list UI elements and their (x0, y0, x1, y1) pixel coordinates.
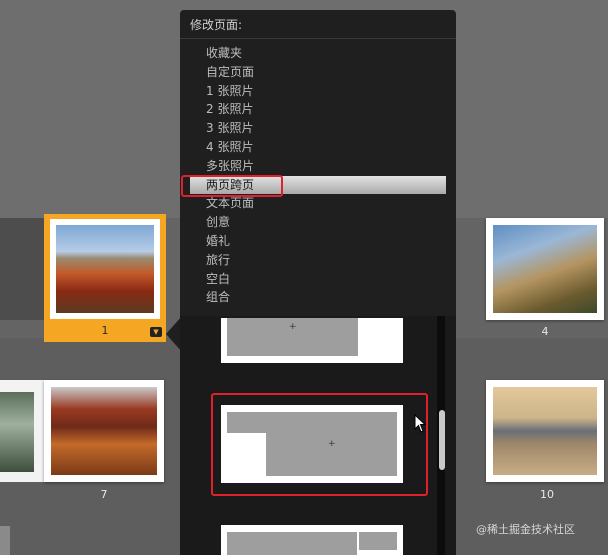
bridge-photo (493, 387, 597, 475)
photo-placeholder-left (227, 532, 357, 555)
layout-list-scrollbar-thumb[interactable] (439, 410, 445, 470)
page-thumbnail-selected[interactable]: 1 ▼ (44, 214, 166, 342)
menu-item-creative[interactable]: 创意 (180, 213, 456, 232)
page-menu-dropdown-icon[interactable]: ▼ (150, 327, 162, 337)
menu-item-travel[interactable]: 旅行 (180, 251, 456, 270)
layout-option-3[interactable] (221, 525, 403, 555)
page-number-7: 7 (100, 488, 108, 501)
menu-item-custom-page[interactable]: 自定页面 (180, 63, 456, 82)
page-paper (50, 219, 160, 319)
annotation-highlight-layout (211, 393, 428, 496)
menu-item-3-photos[interactable]: 3 张照片 (180, 119, 456, 138)
bottom-toolbar-button[interactable] (0, 526, 10, 555)
panel-divider (180, 38, 456, 39)
photo-placeholder-right (359, 532, 397, 550)
menu-item-text-page[interactable]: 文本页面 (180, 194, 456, 213)
page-number: 1 (101, 324, 109, 337)
fortress-wall-photo (493, 225, 597, 313)
layout-option-1[interactable]: + (221, 318, 403, 363)
temple-gate-photo (51, 387, 157, 475)
menu-item-1-photo[interactable]: 1 张照片 (180, 82, 456, 101)
waterfall-photo (0, 392, 34, 472)
panel-title: 修改页面: (190, 18, 243, 32)
previous-spread-page[interactable] (0, 218, 44, 320)
menu-item-wedding[interactable]: 婚礼 (180, 232, 456, 251)
annotation-highlight-menu (181, 175, 283, 197)
page-thumbnail-10[interactable] (486, 380, 604, 482)
menu-item-4-photos[interactable]: 4 张照片 (180, 138, 456, 157)
temple-photo (56, 225, 154, 313)
menu-item-multi-photos[interactable]: 多张照片 (180, 157, 456, 176)
menu-item-combination[interactable]: 组合 (180, 288, 456, 307)
page-number-10: 10 (540, 488, 554, 501)
menu-item-blank[interactable]: 空白 (180, 270, 456, 289)
page-thumbnail-7[interactable] (44, 380, 164, 482)
watermark: @稀土掘金技术社区 (476, 523, 575, 536)
previous-spread-page-lower[interactable] (0, 380, 44, 482)
menu-item-favorites[interactable]: 收藏夹 (180, 44, 456, 63)
plus-icon: + (289, 322, 297, 332)
page-thumbnail-4[interactable] (486, 218, 604, 320)
mouse-cursor-icon (414, 414, 427, 433)
page-number-4: 4 (541, 325, 549, 338)
menu-item-2-photos[interactable]: 2 张照片 (180, 100, 456, 119)
